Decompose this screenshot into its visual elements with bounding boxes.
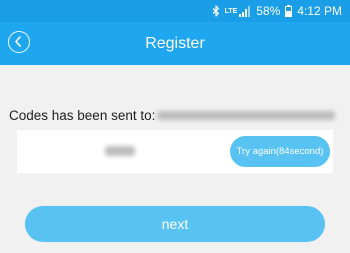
- next-button[interactable]: next: [25, 206, 325, 242]
- verification-code-row: Try again(84second): [17, 130, 333, 173]
- network-type-label: LTE: [224, 7, 238, 15]
- app-header: Register: [0, 22, 350, 65]
- battery-percent: 58%: [256, 4, 281, 18]
- clock-time: 4:12 PM: [297, 4, 342, 18]
- page-title: Register: [145, 35, 205, 52]
- verification-code-field[interactable]: [105, 146, 135, 156]
- bluetooth-icon: [212, 5, 220, 17]
- status-bar: LTE 58% 4:12 PM: [0, 0, 350, 22]
- signal-icon: [239, 5, 251, 17]
- redacted-email: [157, 111, 336, 120]
- code-sent-message: Codes has been sent to:: [9, 108, 336, 123]
- code-sent-label: Codes has been sent to:: [9, 108, 156, 123]
- battery-icon: [285, 5, 293, 17]
- status-icons: LTE 58% 4:12 PM: [212, 4, 342, 18]
- try-again-button[interactable]: Try again(84second): [230, 136, 330, 167]
